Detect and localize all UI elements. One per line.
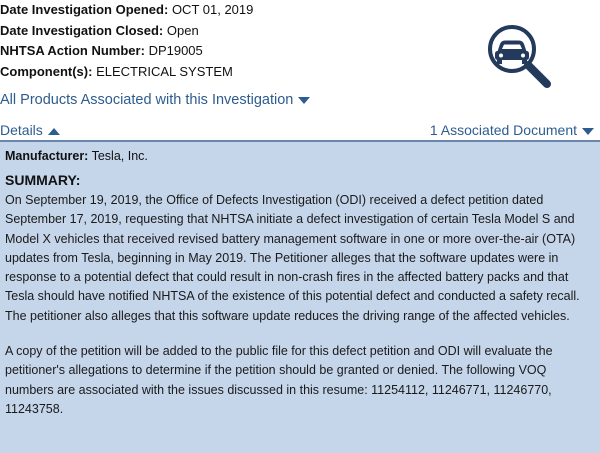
date-opened-label: Date Investigation Opened: bbox=[0, 2, 169, 17]
tab-details[interactable]: Details bbox=[0, 122, 60, 138]
manufacturer-row: Manufacturer: Tesla, Inc. bbox=[5, 148, 595, 164]
date-opened-value: OCT 01, 2019 bbox=[171, 2, 254, 17]
tab-documents-label: 1 Associated Document bbox=[429, 122, 577, 138]
details-panel: Manufacturer: Tesla, Inc. SUMMARY: On Se… bbox=[0, 142, 600, 453]
components-value: ELECTRICAL SYSTEM bbox=[96, 63, 233, 79]
summary-paragraph-2: A copy of the petition will be added to … bbox=[5, 344, 553, 416]
action-number-label: NHTSA Action Number: bbox=[0, 43, 145, 58]
components-row: Component(s): ELECTRICAL SYSTEM bbox=[0, 62, 440, 83]
manufacturer-label: Manufacturer: bbox=[5, 149, 89, 163]
all-products-label: All Products Associated with this Invest… bbox=[0, 92, 294, 108]
tab-details-label: Details bbox=[0, 122, 43, 138]
summary-heading: SUMMARY: bbox=[5, 172, 81, 188]
action-number-row: NHTSA Action Number: DP19005 bbox=[0, 41, 440, 62]
investigation-meta: Date Investigation Opened: OCT 01, 2019 … bbox=[0, 0, 440, 82]
manufacturer-value: Tesla, Inc. bbox=[91, 149, 148, 163]
chevron-up-icon bbox=[47, 127, 60, 135]
date-closed-value: Open bbox=[166, 22, 199, 38]
all-products-link[interactable]: All Products Associated with this Invest… bbox=[0, 92, 311, 108]
summary-paragraph-1: On September 19, 2019, the Office of Def… bbox=[5, 193, 580, 323]
action-number-value: DP19005 bbox=[148, 43, 203, 58]
date-opened-row: Date Investigation Opened: OCT 01, 2019 bbox=[0, 0, 440, 21]
details-tabbar: Details 1 Associated Document bbox=[0, 120, 600, 142]
car-magnifier-icon bbox=[483, 20, 555, 92]
date-closed-row: Date Investigation Closed: Open bbox=[0, 21, 440, 42]
components-label: Component(s): bbox=[0, 63, 93, 79]
date-closed-label: Date Investigation Closed: bbox=[0, 22, 164, 38]
chevron-down-icon bbox=[582, 127, 594, 135]
tab-associated-documents[interactable]: 1 Associated Document bbox=[430, 122, 594, 138]
chevron-down-icon bbox=[298, 96, 311, 104]
